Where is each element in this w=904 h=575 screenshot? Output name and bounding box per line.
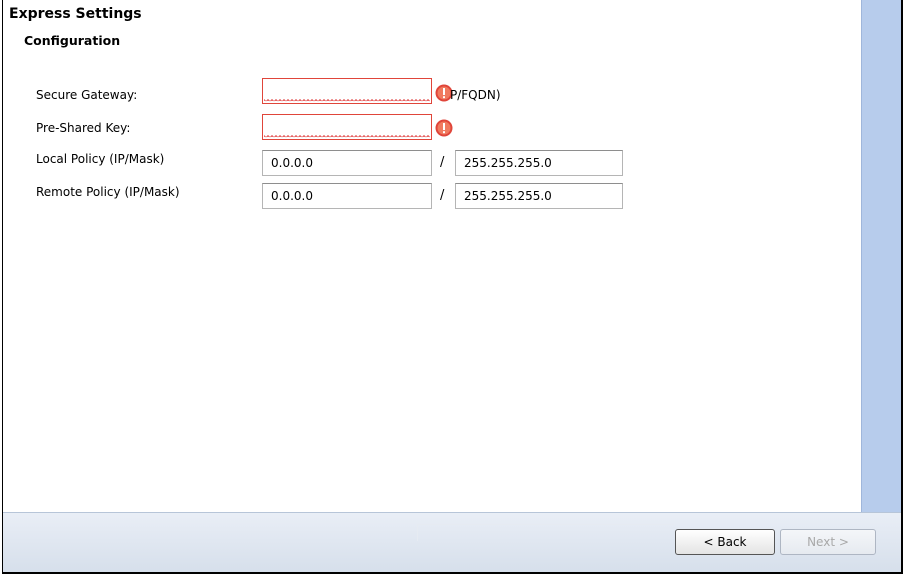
footer-divider <box>417 524 674 541</box>
pre-shared-key-label: Pre-Shared Key: <box>36 121 131 135</box>
local-policy-label: Local Policy (IP/Mask) <box>36 152 165 166</box>
error-icon <box>435 119 453 137</box>
next-button[interactable]: Next > <box>780 529 876 555</box>
validation-underline <box>264 135 430 138</box>
remote-policy-ip-input[interactable]: 0.0.0.0 <box>262 183 432 209</box>
remote-policy-mask-input[interactable]: 255.255.255.0 <box>455 183 623 209</box>
local-policy-ip-input[interactable]: 0.0.0.0 <box>262 150 432 176</box>
section-title: Configuration <box>24 33 121 48</box>
secure-gateway-label: Secure Gateway: <box>36 88 138 102</box>
validation-underline <box>264 99 430 102</box>
local-policy-mask-value: 255.255.255.0 <box>464 156 552 170</box>
secure-gateway-hint: P/FQDN) <box>450 88 501 102</box>
side-panel <box>861 0 901 512</box>
local-policy-mask-input[interactable]: 255.255.255.0 <box>455 150 623 176</box>
remote-policy-ip-value: 0.0.0.0 <box>271 189 313 203</box>
remote-policy-separator: / <box>440 188 445 203</box>
remote-policy-mask-value: 255.255.255.0 <box>464 189 552 203</box>
wizard-window: Express Settings Configuration Secure Ga… <box>2 0 903 574</box>
remote-policy-label: Remote Policy (IP/Mask) <box>36 185 180 199</box>
local-policy-separator: / <box>440 155 445 170</box>
secure-gateway-input[interactable] <box>262 78 432 104</box>
local-policy-ip-value: 0.0.0.0 <box>271 156 313 170</box>
page-title: Express Settings <box>9 6 142 22</box>
pre-shared-key-input[interactable] <box>262 114 432 140</box>
back-button[interactable]: < Back <box>675 529 775 555</box>
